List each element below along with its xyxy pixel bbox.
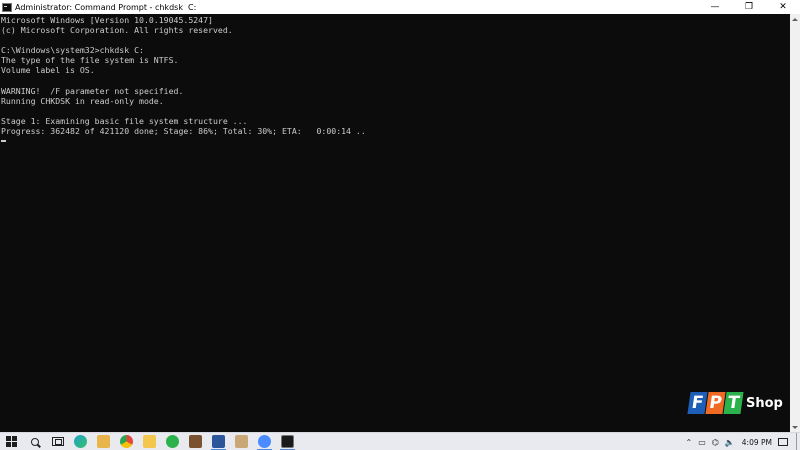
file-folder-icon <box>143 435 156 448</box>
close-button[interactable]: ✕ <box>766 0 800 14</box>
taskbar-app-viewer[interactable] <box>230 433 253 450</box>
taskbar-app-archive[interactable] <box>184 433 207 450</box>
taskbar-app-explorer[interactable] <box>92 433 115 450</box>
archive-icon <box>189 435 202 448</box>
console-line: Running CHKDSK in read-only mode. <box>1 95 164 106</box>
console-line: The type of the file system is NTFS. <box>1 55 179 66</box>
window-title: Administrator: Command Prompt - chkdsk C… <box>15 2 197 12</box>
chevron-up-icon <box>792 17 798 21</box>
show-desktop-button[interactable] <box>796 433 800 450</box>
scroll-down-button[interactable] <box>790 422 800 432</box>
console-line: Microsoft Windows [Version 10.0.19045.52… <box>1 15 213 25</box>
task-view-icon <box>51 437 64 446</box>
console-line: Volume label is OS. <box>1 65 95 76</box>
taskbar-app-word[interactable] <box>207 433 230 450</box>
console-output[interactable]: Microsoft Windows [Version 10.0.19045.52… <box>0 14 790 432</box>
zoom-icon <box>258 435 271 448</box>
battery-icon[interactable]: ▭ <box>698 438 706 447</box>
vertical-scrollbar[interactable] <box>790 14 800 432</box>
network-icon[interactable]: ⌬ <box>712 438 719 447</box>
search-button[interactable] <box>23 433 46 450</box>
console-line: C:\Windows\system32>chkdsk C: <box>1 45 144 56</box>
taskbar-app-zoom[interactable] <box>253 433 276 450</box>
console-line: Progress: 362482 of 421120 done; Stage: … <box>1 126 366 137</box>
file-explorer-icon <box>97 435 110 448</box>
taskbar-app-cmd[interactable] <box>276 433 299 450</box>
notification-icon[interactable] <box>778 438 788 446</box>
task-view-button[interactable] <box>46 433 69 450</box>
title-bar[interactable]: Administrator: Command Prompt - chkdsk C… <box>0 0 800 14</box>
watermark-letter: T <box>723 392 744 414</box>
command-prompt-icon <box>281 435 294 448</box>
show-hidden-icons-button[interactable]: ⌃ <box>686 438 693 447</box>
watermark-letter: F <box>687 392 708 414</box>
search-icon <box>30 437 39 446</box>
fpt-shop-watermark: F P T Shop <box>687 391 783 415</box>
whatsapp-icon <box>166 435 179 448</box>
minimize-button[interactable]: — <box>698 0 732 14</box>
taskbar-app-edge[interactable] <box>69 433 92 450</box>
taskbar-app-folder[interactable] <box>138 433 161 450</box>
taskbar-app-chrome[interactable] <box>115 433 138 450</box>
watermark-text: Shop <box>746 395 783 411</box>
windows-logo-icon <box>6 436 17 447</box>
scroll-up-button[interactable] <box>790 14 800 24</box>
edge-icon <box>74 435 87 448</box>
taskbar-app-whatsapp[interactable] <box>161 433 184 450</box>
restore-button[interactable]: ❐ <box>732 0 766 14</box>
taskbar: ⌃ ▭ ⌬ 🔈 4:09 PM <box>0 432 800 450</box>
text-cursor <box>1 140 6 142</box>
chrome-icon <box>120 435 133 448</box>
image-viewer-icon <box>235 435 248 448</box>
system-tray: ⌃ ▭ ⌬ 🔈 4:09 PM <box>683 433 800 450</box>
command-prompt-icon <box>2 2 12 12</box>
chevron-down-icon <box>792 425 798 429</box>
volume-icon[interactable]: 🔈 <box>725 438 735 447</box>
console-line: WARNING! /F parameter not specified. <box>1 85 184 96</box>
window-controls: — ❐ ✕ <box>698 0 800 14</box>
word-icon <box>212 435 225 448</box>
start-button[interactable] <box>0 433 23 450</box>
taskbar-clock[interactable]: 4:09 PM <box>742 438 772 447</box>
console-line: (c) Microsoft Corporation. All rights re… <box>1 25 233 36</box>
watermark-letter: P <box>705 392 726 414</box>
console-line: Stage 1: Examining basic file system str… <box>1 115 248 126</box>
chevron-up-icon: ⌃ <box>685 437 693 447</box>
